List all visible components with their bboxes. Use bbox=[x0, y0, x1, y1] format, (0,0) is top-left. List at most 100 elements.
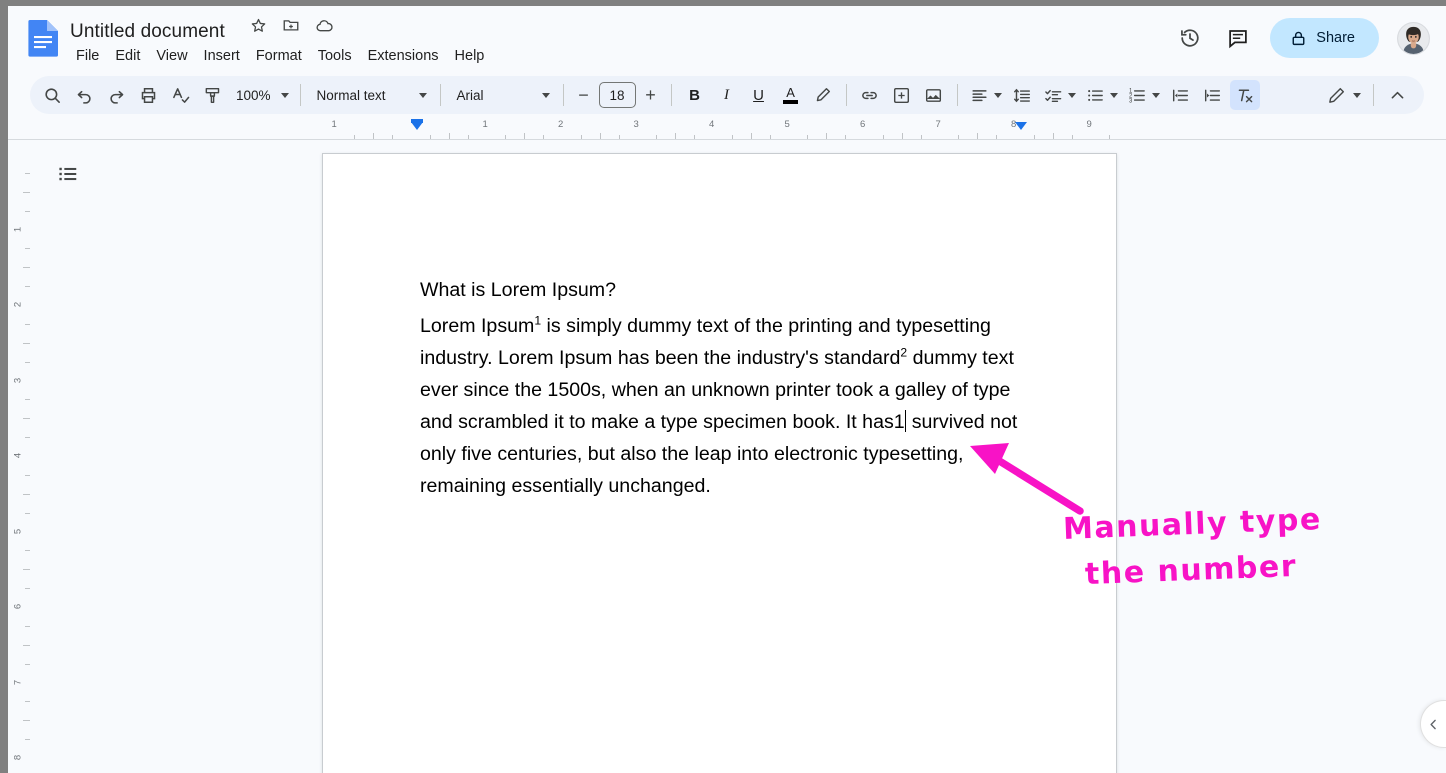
italic-button[interactable]: I bbox=[712, 80, 742, 110]
search-icon[interactable] bbox=[37, 80, 67, 110]
ruler-tick bbox=[23, 191, 30, 193]
ruler-number: 2 bbox=[12, 301, 24, 308]
menu-format[interactable]: Format bbox=[248, 44, 310, 68]
ruler-number: 8 bbox=[12, 754, 24, 761]
version-history-icon[interactable] bbox=[1170, 18, 1210, 58]
menu-help[interactable]: Help bbox=[447, 44, 493, 68]
bold-button[interactable]: B bbox=[680, 80, 710, 110]
zoom-value: 100% bbox=[236, 87, 271, 103]
ruler-number: 5 bbox=[784, 119, 790, 130]
ruler-number: 3 bbox=[12, 377, 24, 383]
numbered-list-icon[interactable]: 1 2 3 bbox=[1124, 80, 1164, 110]
document-paragraph: Lorem Ipsum1 is simply dummy text of the… bbox=[420, 310, 1020, 502]
title-row: Untitled document bbox=[66, 13, 336, 46]
paragraph-segment-1: Lorem Ipsum bbox=[420, 315, 535, 337]
toolbar-divider bbox=[845, 84, 847, 106]
share-label: Share bbox=[1316, 30, 1355, 46]
chevron-down-icon bbox=[280, 92, 289, 98]
bulleted-list-icon[interactable] bbox=[1082, 80, 1122, 110]
print-icon[interactable] bbox=[133, 80, 163, 110]
header-actions: Share bbox=[1170, 18, 1430, 58]
ruler-number: 7 bbox=[12, 679, 24, 685]
font-family-selector[interactable]: Arial bbox=[448, 80, 556, 110]
redo-icon[interactable] bbox=[101, 80, 131, 110]
horizontal-ruler[interactable]: 1123456789 bbox=[8, 118, 1446, 140]
chevron-down-icon bbox=[541, 92, 550, 98]
decrease-font-size-button[interactable]: − bbox=[571, 82, 597, 108]
menu-insert[interactable]: Insert bbox=[196, 44, 248, 68]
font-size-group: − + bbox=[571, 82, 664, 108]
google-docs-logo[interactable] bbox=[26, 19, 60, 57]
ruler-tick bbox=[23, 493, 30, 495]
document-title[interactable]: Untitled document bbox=[66, 18, 229, 46]
ruler-number: 4 bbox=[709, 119, 715, 130]
chevron-down-icon bbox=[418, 92, 427, 98]
ruler-number: 1 bbox=[12, 226, 24, 232]
menu-tools[interactable]: Tools bbox=[310, 44, 360, 68]
paint-format-icon[interactable] bbox=[197, 80, 227, 110]
increase-indent-icon[interactable] bbox=[1198, 80, 1228, 110]
ruler-tick bbox=[23, 644, 30, 646]
spellcheck-icon[interactable] bbox=[165, 80, 195, 110]
insert-image-icon[interactable] bbox=[919, 80, 949, 110]
comment-history-icon[interactable] bbox=[1218, 18, 1258, 58]
toolbar-divider bbox=[670, 84, 672, 106]
menu-bar: File Edit View Insert Format Tools Exten… bbox=[68, 44, 492, 68]
menu-view[interactable]: View bbox=[148, 44, 195, 68]
show-outline-icon[interactable] bbox=[48, 154, 88, 194]
main-toolbar: 100% Normal text Arial − + B I U bbox=[30, 76, 1424, 114]
increase-font-size-button[interactable]: + bbox=[638, 82, 664, 108]
paragraph-style-selector[interactable]: Normal text bbox=[308, 80, 433, 110]
ruler-number: 1 bbox=[482, 119, 488, 130]
clear-formatting-icon[interactable] bbox=[1229, 80, 1260, 110]
title-icon-group bbox=[246, 13, 336, 37]
right-indent-marker[interactable] bbox=[1015, 122, 1027, 130]
cloud-saved-icon[interactable] bbox=[312, 13, 336, 37]
move-to-folder-icon[interactable] bbox=[279, 13, 303, 37]
menu-edit[interactable]: Edit bbox=[107, 44, 148, 68]
svg-text:3: 3 bbox=[1128, 98, 1132, 104]
star-icon[interactable] bbox=[246, 13, 270, 37]
menu-extensions[interactable]: Extensions bbox=[360, 44, 447, 68]
ruler-number: 6 bbox=[12, 603, 24, 610]
document-heading: What is Lorem Ipsum? bbox=[420, 279, 617, 301]
ruler-tick bbox=[23, 569, 30, 571]
decrease-indent-icon[interactable] bbox=[1166, 80, 1196, 110]
left-indent-marker[interactable] bbox=[411, 122, 423, 130]
highlight-pen-icon[interactable] bbox=[808, 80, 838, 110]
chevron-down-icon bbox=[993, 92, 1002, 98]
font-size-input[interactable] bbox=[598, 82, 636, 108]
lock-icon bbox=[1290, 30, 1307, 47]
ruler-number: 6 bbox=[860, 119, 866, 130]
vertical-ruler[interactable]: 1 2 3 4 5 6 7 8 bbox=[8, 140, 30, 773]
undo-icon[interactable] bbox=[69, 80, 99, 110]
line-spacing-icon[interactable] bbox=[1008, 80, 1038, 110]
chevron-down-icon bbox=[1151, 92, 1160, 98]
zoom-selector[interactable]: 100% bbox=[228, 80, 293, 110]
menu-file[interactable]: File bbox=[68, 44, 107, 68]
document-canvas: What is Lorem Ipsum? Lorem Ipsum1 is sim… bbox=[30, 140, 1446, 773]
text-color-button[interactable]: A bbox=[776, 80, 806, 110]
text-color-label: A bbox=[786, 85, 795, 101]
user-avatar[interactable] bbox=[1397, 21, 1430, 55]
align-left-icon[interactable] bbox=[966, 80, 1006, 110]
chevron-down-icon bbox=[1067, 92, 1076, 98]
checklist-icon[interactable] bbox=[1040, 80, 1080, 110]
toolbar-divider bbox=[299, 84, 301, 106]
paragraph-style-value: Normal text bbox=[316, 87, 386, 103]
insert-link-icon[interactable] bbox=[855, 80, 885, 110]
ruler-number: 3 bbox=[633, 119, 639, 130]
pencil-editing-icon[interactable] bbox=[1323, 80, 1365, 110]
ruler-tick bbox=[23, 418, 30, 420]
app-header: Untitled document File Edit View Insert … bbox=[8, 6, 1446, 70]
chevron-up-icon[interactable] bbox=[1382, 80, 1412, 110]
toolbar-divider bbox=[1373, 84, 1374, 106]
toolbar-divider bbox=[956, 84, 958, 106]
share-button[interactable]: Share bbox=[1270, 18, 1379, 58]
underline-button[interactable]: U bbox=[744, 80, 774, 110]
ruler-number: 1 bbox=[331, 119, 337, 130]
document-text-body[interactable]: What is Lorem Ipsum? Lorem Ipsum1 is sim… bbox=[420, 274, 1020, 502]
add-comment-icon[interactable] bbox=[887, 80, 917, 110]
document-page[interactable]: What is Lorem Ipsum? Lorem Ipsum1 is sim… bbox=[322, 153, 1117, 773]
chevron-down-icon bbox=[1109, 92, 1118, 98]
